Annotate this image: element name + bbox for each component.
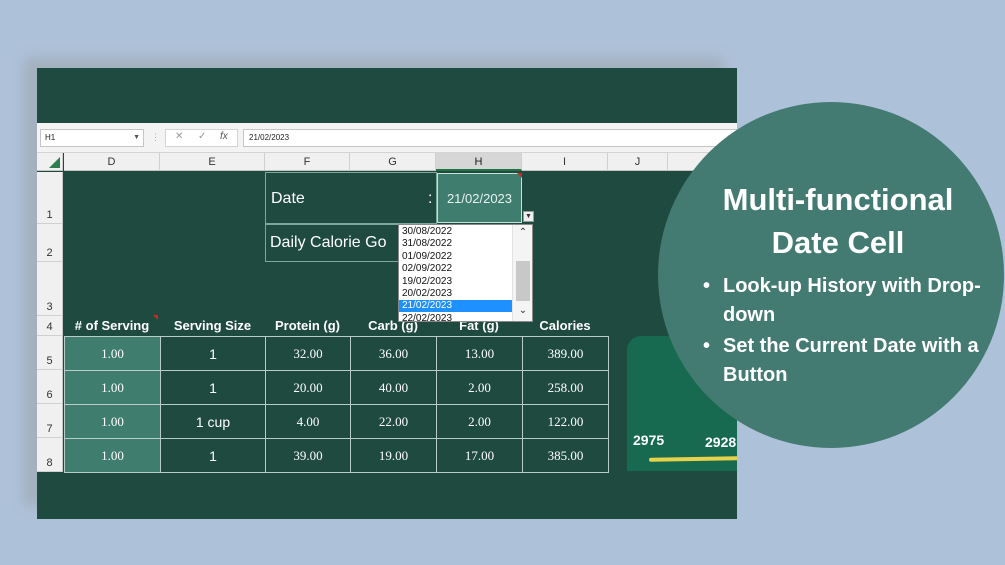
name-box-value: H1 (45, 133, 56, 142)
promo-bullet: Set the Current Date with a Button (703, 332, 1003, 390)
comment-indicator-icon (517, 173, 522, 178)
formula-input[interactable]: 21/02/2023 (243, 129, 737, 147)
header-calories: Calories (539, 318, 591, 333)
select-all-corner[interactable] (37, 153, 63, 171)
dropdown-option[interactable]: 21/02/2023 (399, 300, 513, 313)
dropdown-option[interactable]: 31/08/2022 (399, 238, 513, 250)
date-dropdown-list[interactable]: 30/08/2022 31/08/2022 01/09/2022 02/09/2022… (398, 224, 533, 325)
promo-title-line-2: Date Cell (771, 225, 905, 260)
select-all-icon (49, 157, 60, 168)
date-colon: : (428, 190, 433, 207)
scroll-thumb[interactable] (516, 261, 530, 301)
cell-protein[interactable]: 32.00 (265, 336, 351, 371)
cell-servings[interactable]: 1.00 (64, 336, 161, 371)
date-label: Date (271, 190, 305, 207)
header-servings: # of Serving (74, 318, 150, 333)
dropdown-scrollbar[interactable]: ⌃ ⌄ (512, 225, 532, 321)
row-header-7[interactable]: 7 (37, 404, 63, 438)
column-header-e[interactable]: E (160, 153, 265, 171)
cell-protein[interactable]: 20.00 (265, 370, 351, 405)
cell-serving-size[interactable]: 1 (160, 438, 266, 473)
cancel-icon[interactable]: ✕ (175, 131, 183, 142)
column-header-i[interactable]: I (522, 153, 608, 171)
promo-bullet: Look-up History with Drop-down (703, 272, 1003, 330)
row-header-5[interactable]: 5 (37, 336, 63, 370)
cell-carb[interactable]: 22.00 (350, 404, 437, 439)
promo-title-line-1: Multi-functional (722, 182, 954, 217)
cell-protein[interactable]: 39.00 (265, 438, 351, 473)
scroll-up-icon[interactable]: ⌃ (513, 227, 533, 238)
date-label-box: Date : (265, 172, 437, 224)
cell-calories[interactable]: 385.00 (522, 438, 609, 473)
cell-carb[interactable]: 40.00 (350, 370, 437, 405)
header-serving-size: Serving Size (173, 318, 252, 333)
promo-title: Multi-functional Date Cell (658, 178, 1005, 264)
row-header-4[interactable]: 4 (37, 316, 63, 336)
cell-servings[interactable]: 1.00 (64, 404, 161, 439)
row-header-1[interactable]: 1 (37, 172, 63, 224)
row-header-6[interactable]: 6 (37, 370, 63, 404)
chevron-down-icon[interactable]: ▼ (133, 130, 140, 146)
promo-bullets: Look-up History with Drop-down Set the C… (703, 272, 1003, 390)
header-protein: Protein (g) (275, 318, 340, 333)
summary-value-1: 2975 (633, 432, 665, 448)
dropdown-option[interactable]: 30/08/2022 (399, 226, 513, 238)
column-header-f[interactable]: F (265, 153, 350, 171)
cell-servings[interactable]: 1.00 (64, 438, 161, 473)
cell-calories[interactable]: 122.00 (522, 404, 609, 439)
column-header-d[interactable]: D (64, 153, 160, 171)
cell-protein[interactable]: 4.00 (265, 404, 351, 439)
date-cell[interactable]: 21/02/2023 (437, 173, 522, 223)
cell-calories[interactable]: 389.00 (522, 336, 609, 371)
cell-serving-size[interactable]: 1 cup (160, 404, 266, 439)
cell-carb[interactable]: 36.00 (350, 336, 437, 371)
row-header-2[interactable]: 2 (37, 224, 63, 262)
dropdown-option[interactable]: 02/09/2022 (399, 263, 513, 275)
cell-carb[interactable]: 19.00 (350, 438, 437, 473)
drag-handle-icon[interactable]: ⋮ (151, 132, 160, 143)
column-header-g[interactable]: G (350, 153, 436, 171)
function-icon[interactable]: fx (220, 131, 228, 142)
cell-serving-size[interactable]: 1 (160, 370, 266, 405)
cell-fat[interactable]: 2.00 (436, 370, 523, 405)
summary-value-2: 2928 (705, 434, 737, 450)
scroll-down-icon[interactable]: ⌄ (513, 305, 533, 316)
cell-fat[interactable]: 13.00 (436, 336, 523, 371)
name-box[interactable]: H1 ▼ (40, 129, 144, 147)
cell-calories[interactable]: 258.00 (522, 370, 609, 405)
dropdown-arrow-icon[interactable]: ▼ (523, 211, 534, 222)
dropdown-option[interactable]: 01/09/2022 (399, 251, 513, 263)
row-header-3[interactable]: 3 (37, 262, 63, 316)
cell-servings[interactable]: 1.00 (64, 370, 161, 405)
dropdown-option[interactable]: 19/02/2023 (399, 276, 513, 288)
dropdown-option[interactable]: 22/02/2023 (399, 313, 513, 325)
check-icon[interactable]: ✓ (198, 131, 206, 142)
calorie-goal-label: Daily Calorie Go (270, 234, 387, 251)
formula-buttons: ✕ ✓ fx (165, 129, 238, 147)
comment-indicator-icon (153, 315, 158, 320)
cell-serving-size[interactable]: 1 (160, 336, 266, 371)
spreadsheet-window: H1 ▼ ⋮ ✕ ✓ fx 21/02/2023 D E F G H I J 1… (37, 68, 737, 519)
dropdown-option[interactable]: 20/02/2023 (399, 288, 513, 300)
column-header-h[interactable]: H (436, 153, 522, 171)
formula-bar: H1 ▼ ⋮ ✕ ✓ fx 21/02/2023 (37, 123, 737, 153)
cell-fat[interactable]: 17.00 (436, 438, 523, 473)
cell-fat[interactable]: 2.00 (436, 404, 523, 439)
row-header-8[interactable]: 8 (37, 438, 63, 472)
column-header-j[interactable]: J (608, 153, 668, 171)
